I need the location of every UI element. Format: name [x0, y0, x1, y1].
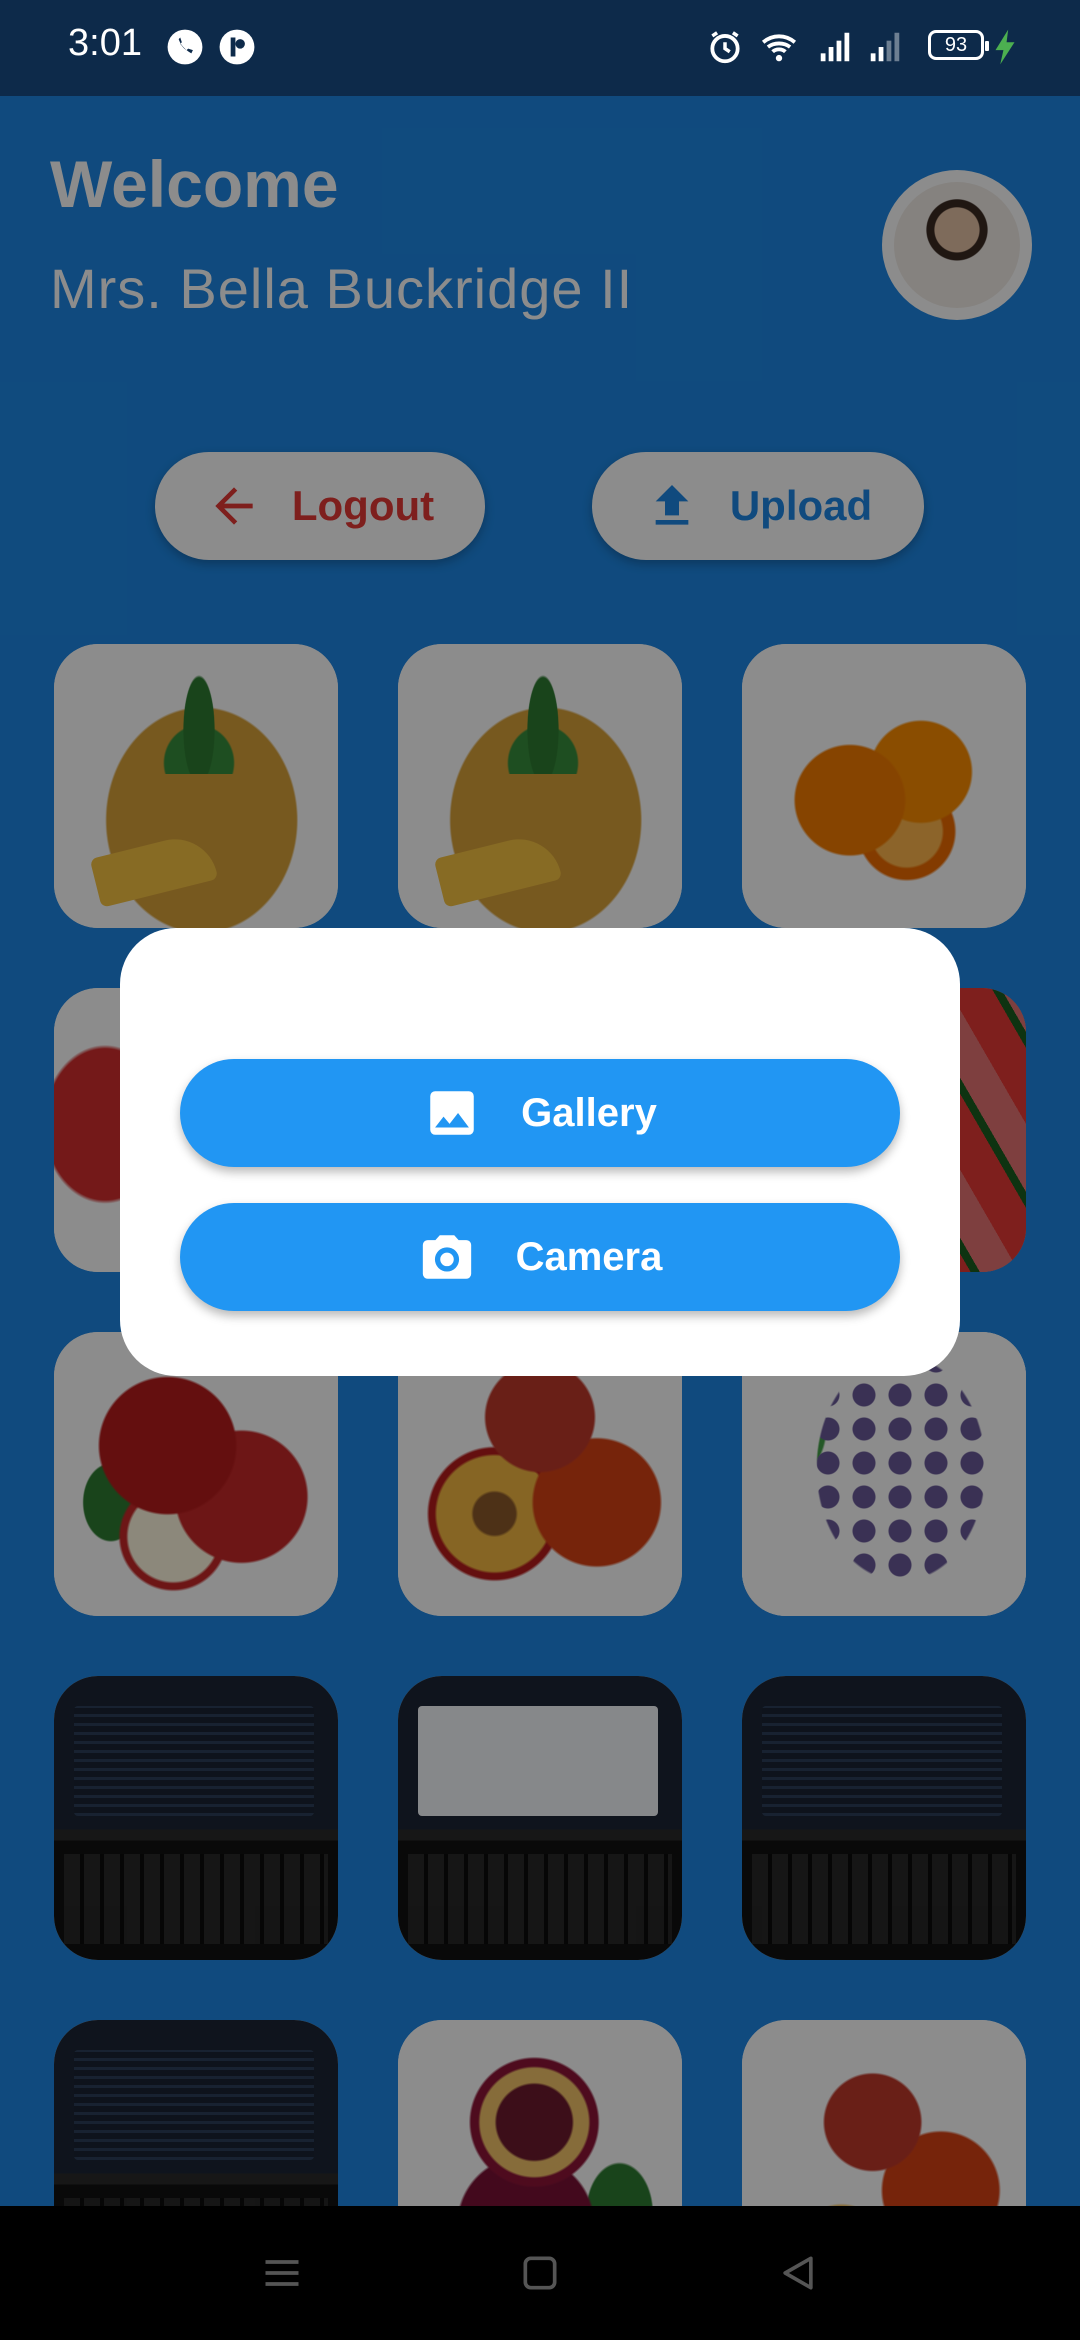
alarm-icon — [710, 31, 740, 64]
back-icon[interactable] — [776, 2251, 820, 2295]
camera-label: Camera — [515, 1234, 663, 1279]
navigation-bar — [0, 2206, 1080, 2340]
gallery-button[interactable]: Gallery — [180, 1059, 900, 1167]
status-time: 3:01 — [68, 22, 142, 64]
home-icon[interactable] — [518, 2251, 562, 2295]
menu-icon[interactable] — [260, 2251, 304, 2295]
battery-indicator: 93 — [928, 30, 989, 60]
gallery-label: Gallery — [521, 1090, 657, 1135]
image-source-dialog: Gallery Camera — [120, 928, 960, 1376]
phone-call-icon — [167, 29, 203, 65]
camera-icon — [422, 1235, 471, 1279]
wifi-icon — [761, 34, 797, 62]
image-icon — [430, 1091, 474, 1135]
status-bar: 3:01 93 — [0, 0, 1080, 96]
signal-icon — [820, 32, 850, 62]
camera-button[interactable]: Camera — [180, 1203, 900, 1311]
charging-icon — [995, 29, 1015, 65]
notification-app-icon — [219, 29, 255, 65]
signal-2-icon — [870, 32, 900, 62]
